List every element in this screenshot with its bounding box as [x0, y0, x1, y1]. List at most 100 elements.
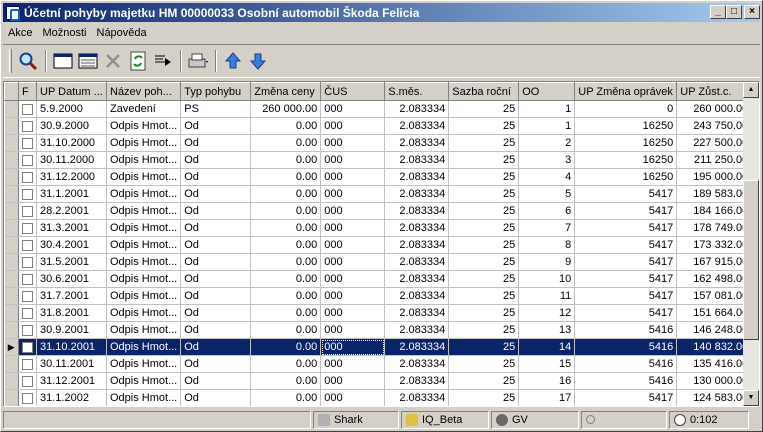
- col-nazev-cell[interactable]: Odpis Hmot...: [106, 253, 182, 271]
- col-zmena-ceny-cell[interactable]: 0.00: [250, 219, 322, 237]
- col-zust-cell[interactable]: 151 664.00: [676, 304, 753, 322]
- col-zmena-ceny-cell[interactable]: 0.00: [250, 372, 322, 390]
- col-zust-cell[interactable]: 195 000.00: [676, 168, 753, 186]
- col-nazev-cell[interactable]: Odpis Hmot...: [106, 202, 182, 220]
- col-zust-cell[interactable]: 227 500.00: [676, 134, 753, 152]
- row-indicator[interactable]: [4, 355, 19, 373]
- col-zmena-ceny-header[interactable]: Změna ceny: [250, 82, 322, 101]
- col-smes-cell[interactable]: 2.083334: [384, 355, 450, 373]
- table-row[interactable]: 30.11.2000 Odpis Hmot... Od 0.00 000 2.083334…: [4, 151, 753, 169]
- table-row[interactable]: 31.1.2001 Odpis Hmot... Od 0.00 000 2.083334 2…: [4, 185, 753, 203]
- table-row[interactable]: 31.5.2001 Odpis Hmot... Od 0.00 000 2.083334 2…: [4, 253, 753, 271]
- col-cus-cell[interactable]: 000: [320, 100, 386, 118]
- col-nazev-cell[interactable]: Odpis Hmot...: [106, 236, 182, 254]
- col-nazev-cell[interactable]: Odpis Hmot...: [106, 151, 182, 169]
- col-datum-cell[interactable]: 31.3.2001: [36, 219, 107, 237]
- col-cus-cell[interactable]: 000: [320, 389, 386, 406]
- col-smes-cell[interactable]: 2.083334: [384, 270, 450, 288]
- col-oo-cell[interactable]: 2: [518, 134, 576, 152]
- col-datum-cell[interactable]: 30.11.2000: [36, 151, 107, 169]
- col-oo-cell[interactable]: 5: [518, 185, 576, 203]
- row-checkbox[interactable]: [22, 239, 33, 251]
- col-zmena-ceny-cell[interactable]: 0.00: [250, 338, 322, 356]
- col-typ-cell[interactable]: Od: [180, 151, 252, 169]
- col-oo-cell[interactable]: 11: [518, 287, 576, 305]
- col-cus-cell[interactable]: 000: [320, 287, 386, 305]
- col-smes-cell[interactable]: 2.083334: [384, 321, 450, 339]
- toolbar-grip[interactable]: [9, 49, 12, 73]
- menu-akce[interactable]: Akce: [3, 27, 37, 39]
- col-oo-cell[interactable]: 15: [518, 355, 576, 373]
- row-checkbox[interactable]: [22, 171, 33, 183]
- col-nazev-header[interactable]: Název poh...: [105, 82, 182, 101]
- row-indicator[interactable]: [4, 236, 19, 254]
- col-sazba-header[interactable]: Sazba roční: [448, 82, 520, 101]
- col-smes-cell[interactable]: 2.083334: [384, 134, 450, 152]
- col-datum-cell[interactable]: 30.9.2001: [36, 321, 107, 339]
- col-nazev-cell[interactable]: Odpis Hmot...: [106, 270, 182, 288]
- col-sazba-cell[interactable]: 25: [448, 355, 520, 373]
- col-smes-cell[interactable]: 2.083334: [384, 253, 450, 271]
- col-zmena-ceny-cell[interactable]: 0.00: [250, 355, 322, 373]
- col-sazba-cell[interactable]: 25: [448, 185, 520, 203]
- col-zmena-ceny-cell[interactable]: 0.00: [250, 236, 322, 254]
- col-nazev-cell[interactable]: Odpis Hmot...: [106, 117, 182, 135]
- col-cus-cell[interactable]: 000: [320, 219, 386, 237]
- col-zust-cell[interactable]: 260 000.00: [676, 100, 753, 118]
- row-checkbox[interactable]: [22, 222, 33, 234]
- find-record-icon[interactable]: [151, 49, 175, 73]
- row-indicator[interactable]: [4, 219, 19, 237]
- col-zmena-opravek-cell[interactable]: 5417: [574, 287, 678, 305]
- row-indicator[interactable]: [4, 202, 19, 220]
- col-sazba-cell[interactable]: 25: [448, 321, 520, 339]
- table-row[interactable]: 30.6.2001 Odpis Hmot... Od 0.00 000 2.083334 2…: [4, 270, 753, 288]
- col-datum-cell[interactable]: 30.11.2001: [36, 355, 107, 373]
- col-zust-cell[interactable]: 146 248.00: [676, 321, 753, 339]
- data-grid[interactable]: F UP Datum ... Název poh... Typ pohybu Změna…: [3, 81, 760, 407]
- col-oo-cell[interactable]: 16: [518, 372, 576, 390]
- col-zmena-opravek-cell[interactable]: 16250: [574, 134, 678, 152]
- app-icon[interactable]: [6, 5, 20, 21]
- row-checkbox[interactable]: [22, 188, 33, 200]
- col-sazba-cell[interactable]: 25: [448, 151, 520, 169]
- col-zmena-ceny-cell[interactable]: 0.00: [250, 134, 322, 152]
- col-datum-cell[interactable]: 30.4.2001: [36, 236, 107, 254]
- col-zust-cell[interactable]: 173 332.00: [676, 236, 753, 254]
- col-zust-cell[interactable]: 211 250.00: [676, 151, 753, 169]
- col-smes-cell[interactable]: 2.083334: [384, 287, 450, 305]
- col-cus-cell[interactable]: 000: [320, 134, 386, 152]
- col-datum-cell[interactable]: 31.1.2001: [36, 185, 107, 203]
- col-datum-cell[interactable]: 31.10.2000: [36, 134, 107, 152]
- row-checkbox[interactable]: [22, 358, 33, 370]
- col-zmena-opravek-cell[interactable]: 5416: [574, 355, 678, 373]
- col-typ-cell[interactable]: Od: [180, 372, 252, 390]
- col-datum-cell[interactable]: 31.12.2000: [36, 168, 107, 186]
- row-indicator[interactable]: [4, 389, 19, 406]
- col-zust-cell[interactable]: 162 498.00: [676, 270, 753, 288]
- menu-napoveda[interactable]: Nápověda: [92, 27, 152, 39]
- col-nazev-cell[interactable]: Odpis Hmot...: [106, 355, 182, 373]
- vertical-scrollbar[interactable]: ▲ ▼: [743, 82, 759, 406]
- col-zmena-opravek-cell[interactable]: 5417: [574, 270, 678, 288]
- col-nazev-cell[interactable]: Odpis Hmot...: [106, 185, 182, 203]
- col-cus-cell[interactable]: 000: [320, 304, 386, 322]
- col-zmena-opravek-cell[interactable]: 16250: [574, 117, 678, 135]
- col-smes-cell[interactable]: 2.083334: [384, 168, 450, 186]
- col-oo-cell[interactable]: 10: [518, 270, 576, 288]
- row-indicator[interactable]: [4, 185, 19, 203]
- col-zmena-ceny-cell[interactable]: 0.00: [250, 321, 322, 339]
- col-typ-cell[interactable]: Od: [180, 304, 252, 322]
- col-oo-cell[interactable]: 4: [518, 168, 576, 186]
- col-oo-cell[interactable]: 17: [518, 389, 576, 406]
- col-datum-cell[interactable]: 31.7.2001: [36, 287, 107, 305]
- col-zust-cell[interactable]: 157 081.00: [676, 287, 753, 305]
- col-smes-cell[interactable]: 2.083334: [384, 389, 450, 406]
- col-smes-cell[interactable]: 2.083334: [384, 372, 450, 390]
- col-zmena-ceny-cell[interactable]: 0.00: [250, 389, 322, 406]
- col-zmena-ceny-cell[interactable]: 0.00: [250, 270, 322, 288]
- col-oo-cell[interactable]: 1: [518, 117, 576, 135]
- col-typ-cell[interactable]: Od: [180, 389, 252, 406]
- col-zmena-ceny-cell[interactable]: 260 000.00: [250, 100, 322, 118]
- col-typ-cell[interactable]: Od: [180, 321, 252, 339]
- col-typ-cell[interactable]: Od: [180, 236, 252, 254]
